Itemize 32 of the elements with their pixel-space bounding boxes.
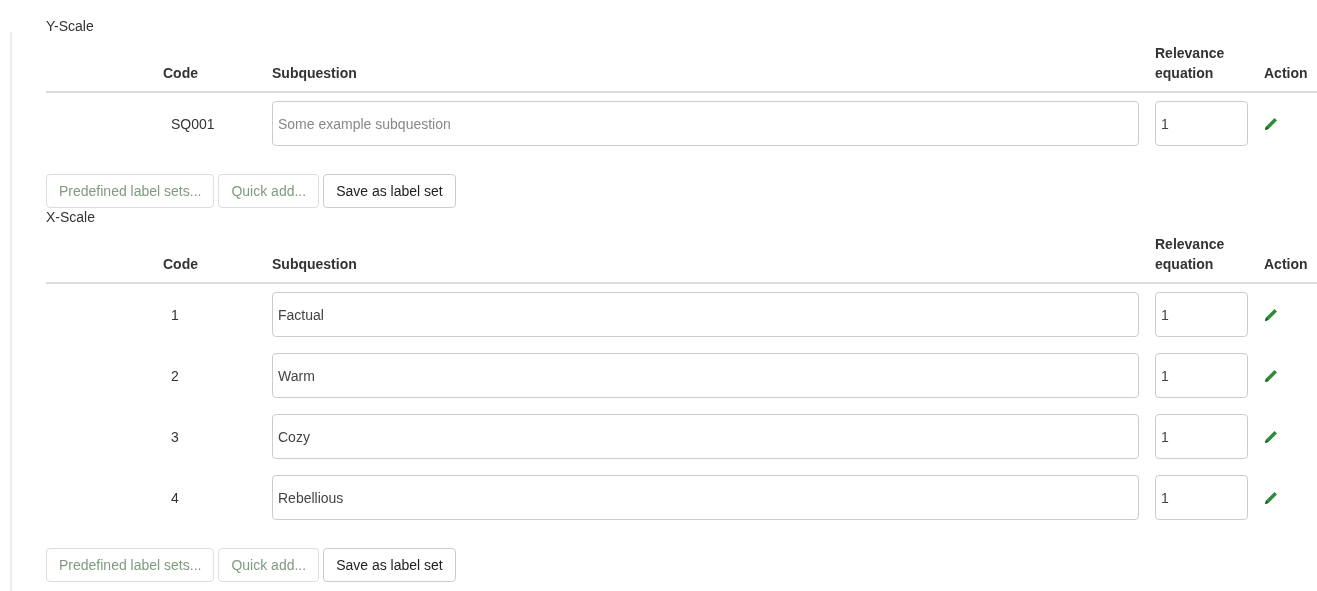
code-cell-text: 3 — [170, 427, 179, 447]
pencil-icon[interactable] — [1264, 490, 1278, 505]
label-set-button[interactable]: Save as label set — [323, 174, 456, 208]
column-header: Code — [163, 256, 198, 272]
code-cell-text: 1 — [170, 305, 179, 325]
relevance-field[interactable]: 1 — [1155, 475, 1248, 520]
code-cell-text: 2 — [170, 366, 179, 386]
code-cell-text: 4 — [170, 488, 179, 508]
scale-title: X-Scale — [46, 208, 96, 226]
label-set-button[interactable]: Save as label set — [323, 548, 456, 582]
pencil-icon[interactable] — [1264, 368, 1278, 383]
column-header: Action — [1264, 256, 1308, 272]
subquestion-field[interactable]: Factual — [272, 292, 1139, 337]
pencil-icon[interactable] — [1264, 116, 1278, 131]
code-cell-text: SQ001 — [170, 114, 215, 134]
relevance-field[interactable]: 1 — [1155, 292, 1248, 337]
subquestion-field[interactable]: Rebellious — [272, 475, 1139, 520]
relevance-field[interactable]: 1 — [1155, 414, 1248, 459]
column-header: Code — [163, 65, 198, 81]
pencil-icon[interactable] — [1264, 429, 1278, 444]
scale-title: Y-Scale — [46, 17, 94, 35]
subquestion-field[interactable]: Some example subquestion — [272, 101, 1139, 146]
column-header: Relevance equation — [1155, 236, 1225, 272]
subquestion-field[interactable]: Warm — [272, 353, 1139, 398]
subquestion-field[interactable]: Cozy — [272, 414, 1139, 459]
column-header: Subquestion — [272, 65, 357, 81]
relevance-field[interactable]: 1 — [1155, 353, 1248, 398]
pencil-icon[interactable] — [1264, 307, 1278, 322]
column-header: Subquestion — [272, 256, 357, 272]
column-header: Relevance equation — [1155, 45, 1225, 81]
column-header: Action — [1264, 65, 1308, 81]
relevance-field[interactable]: 1 — [1155, 101, 1248, 146]
